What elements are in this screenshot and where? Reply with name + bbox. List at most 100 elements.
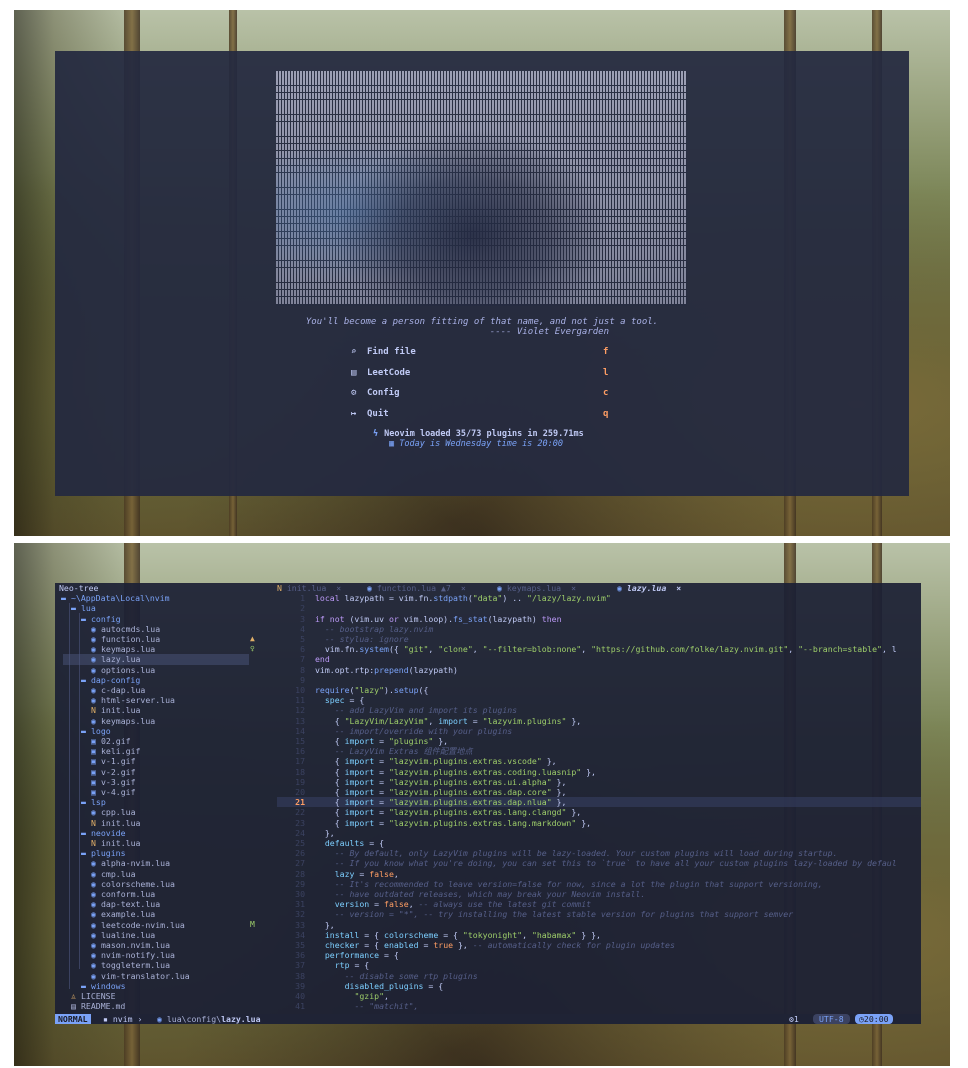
tab-label: init.lua — [286, 583, 327, 593]
code-line[interactable]: }, — [315, 920, 335, 930]
tree-file[interactable]: ▣ v-4.gif — [91, 787, 136, 797]
code-line[interactable]: -- stylua: ignore — [315, 634, 409, 644]
tree-folder[interactable]: ▬ dap-config — [81, 675, 140, 685]
tree-file[interactable]: Ninit.lua — [91, 705, 140, 715]
code-line[interactable]: { import = "lazyvim.plugins.extras.dap.n… — [315, 797, 567, 807]
code-line[interactable]: { import = "lazyvim.plugins.extras.lang.… — [315, 807, 582, 817]
code-line[interactable]: vim.fn.system({ "git", "clone", "--filte… — [315, 644, 897, 654]
code-line[interactable]: { import = "lazyvim.plugins.extras.dap.c… — [315, 787, 567, 797]
tree-file[interactable]: ♙ LICENSE — [71, 991, 116, 1001]
tree-folder[interactable]: ▬ lua — [71, 603, 96, 613]
tree-file[interactable]: ◉ keymaps.lua — [91, 716, 155, 726]
close-icon[interactable]: × — [676, 583, 681, 593]
code-line[interactable]: disabled_plugins = { — [315, 981, 444, 991]
tree-file[interactable]: ◉ lazy.lua — [91, 654, 140, 664]
tree-file[interactable]: ◉ conform.lua — [91, 889, 155, 899]
tree-file[interactable]: ◉ alpha-nvim.lua — [91, 858, 170, 868]
tree-file[interactable]: ◉ function.lua — [91, 634, 160, 644]
code-line[interactable]: checker = { enabled = true }, -- automat… — [315, 940, 675, 950]
license-icon: ♙ — [71, 991, 76, 1001]
dashboard-button-quit[interactable]: ↦ Quit q — [351, 409, 611, 423]
code-line[interactable]: defaults = { — [315, 838, 384, 848]
tree-folder[interactable]: ▬ plugins — [81, 848, 126, 858]
code-line[interactable]: if not (vim.uv or vim.loop).fs_stat(lazy… — [315, 614, 562, 624]
code-line[interactable]: }, — [315, 828, 335, 838]
close-icon[interactable]: × — [336, 583, 341, 593]
code-line[interactable]: version = false, -- always use the lates… — [315, 899, 591, 909]
tree-file[interactable]: ◉ toggleterm.lua — [91, 960, 170, 970]
code-line[interactable]: -- import/override with your plugins — [315, 726, 512, 736]
code-line[interactable]: -- have outdated releases, which may bre… — [315, 889, 646, 899]
tree-file[interactable]: ◉ leetcode-nvim.lua — [91, 920, 185, 930]
code-line[interactable]: -- If you know what you're doing, you ca… — [315, 858, 897, 868]
tree-file[interactable]: ◉ mason.nvim.lua — [91, 940, 170, 950]
tree-folder[interactable]: ▬ neovide — [81, 828, 126, 838]
buffer-tab[interactable]: ◉ keymaps.lua × — [497, 583, 576, 593]
code-line[interactable]: spec = { — [315, 695, 364, 705]
tree-folder[interactable]: ▬ config — [81, 614, 121, 624]
tree-folder[interactable]: ▬ windows — [81, 981, 126, 991]
code-line[interactable]: -- disable some rtp plugins — [315, 971, 478, 981]
buffer-tab[interactable]: ◉ lazy.lua × — [617, 583, 681, 593]
tree-file[interactable]: ◉ vim-translator.lua — [91, 971, 190, 981]
tree-file[interactable]: ◉ dap-text.lua — [91, 899, 160, 909]
tree-file[interactable]: ◉ colorscheme.lua — [91, 879, 175, 889]
code-line[interactable]: { import = "lazyvim.plugins.extras.vscod… — [315, 756, 557, 766]
code-line[interactable]: performance = { — [315, 950, 399, 960]
buffer-tab[interactable]: N init.lua × — [277, 583, 341, 593]
tree-file[interactable]: ◉ options.lua — [91, 665, 155, 675]
tree-file[interactable]: ◉ autocmds.lua — [91, 624, 160, 634]
line-number: 14 — [295, 725, 305, 736]
tree-file[interactable]: ▤ README.md — [71, 1001, 125, 1011]
tree-file[interactable]: ▣ v-3.gif — [91, 777, 136, 787]
tree-file[interactable]: ▣ keli.gif — [91, 746, 140, 756]
dashboard-button-config[interactable]: ⚙ Config c — [351, 388, 611, 402]
tree-file[interactable]: ◉ lualine.lua — [91, 930, 155, 940]
code-line[interactable]: require("lazy").setup({ — [315, 685, 428, 695]
code-line[interactable]: -- version = "*", -- try installing the … — [315, 909, 793, 919]
code-line[interactable]: -- "matchit", — [315, 1001, 418, 1011]
dashboard-button-leetcode[interactable]: ▤ LeetCode l — [351, 368, 611, 382]
tree-file[interactable]: ▣ 02.gif — [91, 736, 131, 746]
code-line[interactable]: install = { colorscheme = { "tokyonight"… — [315, 930, 601, 940]
tree-file[interactable]: Ninit.lua — [91, 818, 140, 828]
code-line[interactable]: -- By default, only LazyVim plugins will… — [315, 848, 838, 858]
tree-entry-label: lua — [81, 603, 96, 614]
code-line[interactable]: "gzip", — [315, 991, 389, 1001]
code-line[interactable]: local lazypath = vim.fn.stdpath("data") … — [315, 593, 611, 603]
tree-entry-label: plugins — [91, 848, 126, 859]
code-editor[interactable]: 1 local lazypath = vim.fn.stdpath("data")… — [277, 593, 921, 1013]
code-line[interactable]: vim.opt.rtp:prepend(lazypath) — [315, 665, 458, 675]
tree-file[interactable]: ▣ v-1.gif — [91, 756, 136, 766]
code-line[interactable]: -- bootstrap lazy.nvim — [315, 624, 433, 634]
code-line[interactable]: -- add LazyVim and import its plugins — [315, 705, 517, 715]
close-icon[interactable]: × — [461, 583, 466, 593]
tree-folder[interactable]: ▬ ~\AppData\Local\nvim — [61, 593, 170, 603]
tree-file[interactable]: ◉ html-server.lua — [91, 695, 175, 705]
code-line[interactable]: -- LazyVim Extras 组件配置地点 — [315, 746, 473, 756]
tree-folder[interactable]: ▬ lsp — [81, 797, 106, 807]
tree-file[interactable]: ◉ nvim-notify.lua — [91, 950, 175, 960]
code-line[interactable]: { import = "lazyvim.plugins.extras.codin… — [315, 767, 596, 777]
tree-file[interactable]: ◉ keymaps.lua — [91, 644, 155, 654]
code-line[interactable]: { import = "lazyvim.plugins.extras.ui.al… — [315, 777, 567, 787]
code-line[interactable]: -- It's recommended to leave version=fal… — [315, 879, 823, 889]
buffer-tab[interactable]: ◉ function.lua ▲7 × — [367, 583, 466, 593]
dashboard-button-find-file[interactable]: ⌕ Find file f — [351, 347, 611, 361]
code-line[interactable]: { "LazyVim/LazyVim", import = "lazyvim.p… — [315, 716, 582, 726]
tree-folder[interactable]: ▬ logo — [81, 726, 111, 736]
tree-file[interactable]: ◉ cpp.lua — [91, 807, 136, 817]
code-line[interactable]: { import = "plugins" }, — [315, 736, 448, 746]
tree-entry-label: v-3.gif — [101, 776, 136, 787]
tree-file[interactable]: Ninit.lua — [91, 838, 140, 848]
code-line[interactable]: { import = "lazyvim.plugins.extras.lang.… — [315, 818, 591, 828]
diagnostics-count[interactable]: ⚙1 — [789, 1014, 799, 1024]
tree-file[interactable]: ◉ example.lua — [91, 909, 155, 919]
close-icon[interactable]: × — [571, 583, 576, 593]
tree-file[interactable]: ▣ v-2.gif — [91, 767, 136, 777]
tree-file[interactable]: ◉ c-dap.lua — [91, 685, 145, 695]
code-line[interactable]: lazy = false, — [315, 869, 399, 879]
tree-file[interactable]: ◉ cmp.lua — [91, 869, 136, 879]
code-line[interactable]: end — [315, 654, 330, 664]
code-line[interactable]: rtp = { — [315, 960, 370, 970]
